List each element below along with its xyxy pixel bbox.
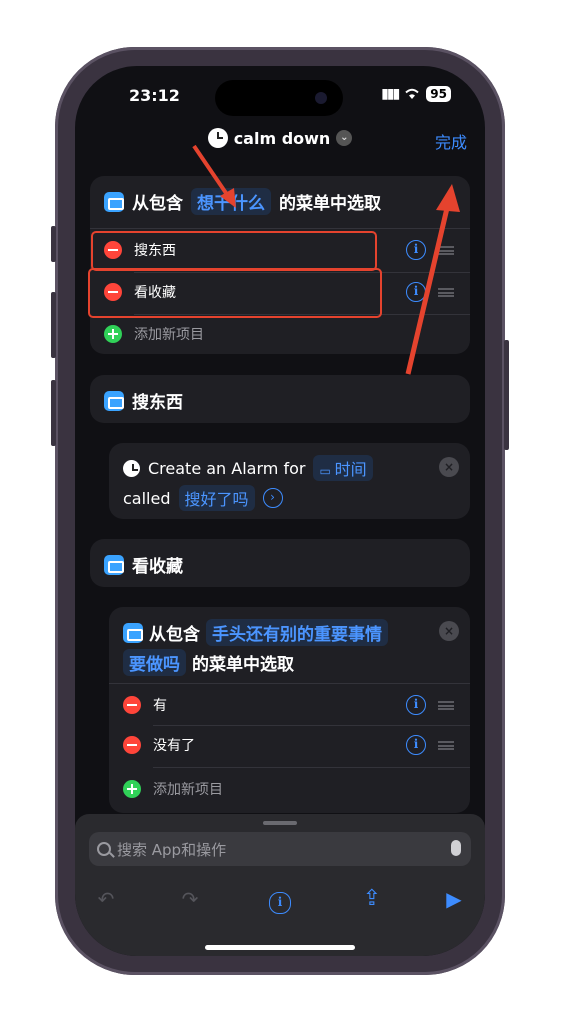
annotation-arrow (405, 203, 451, 375)
annotation-arrow (192, 144, 230, 198)
annotation-arrows (192, 144, 460, 375)
annotation-arrowhead (436, 184, 460, 212)
